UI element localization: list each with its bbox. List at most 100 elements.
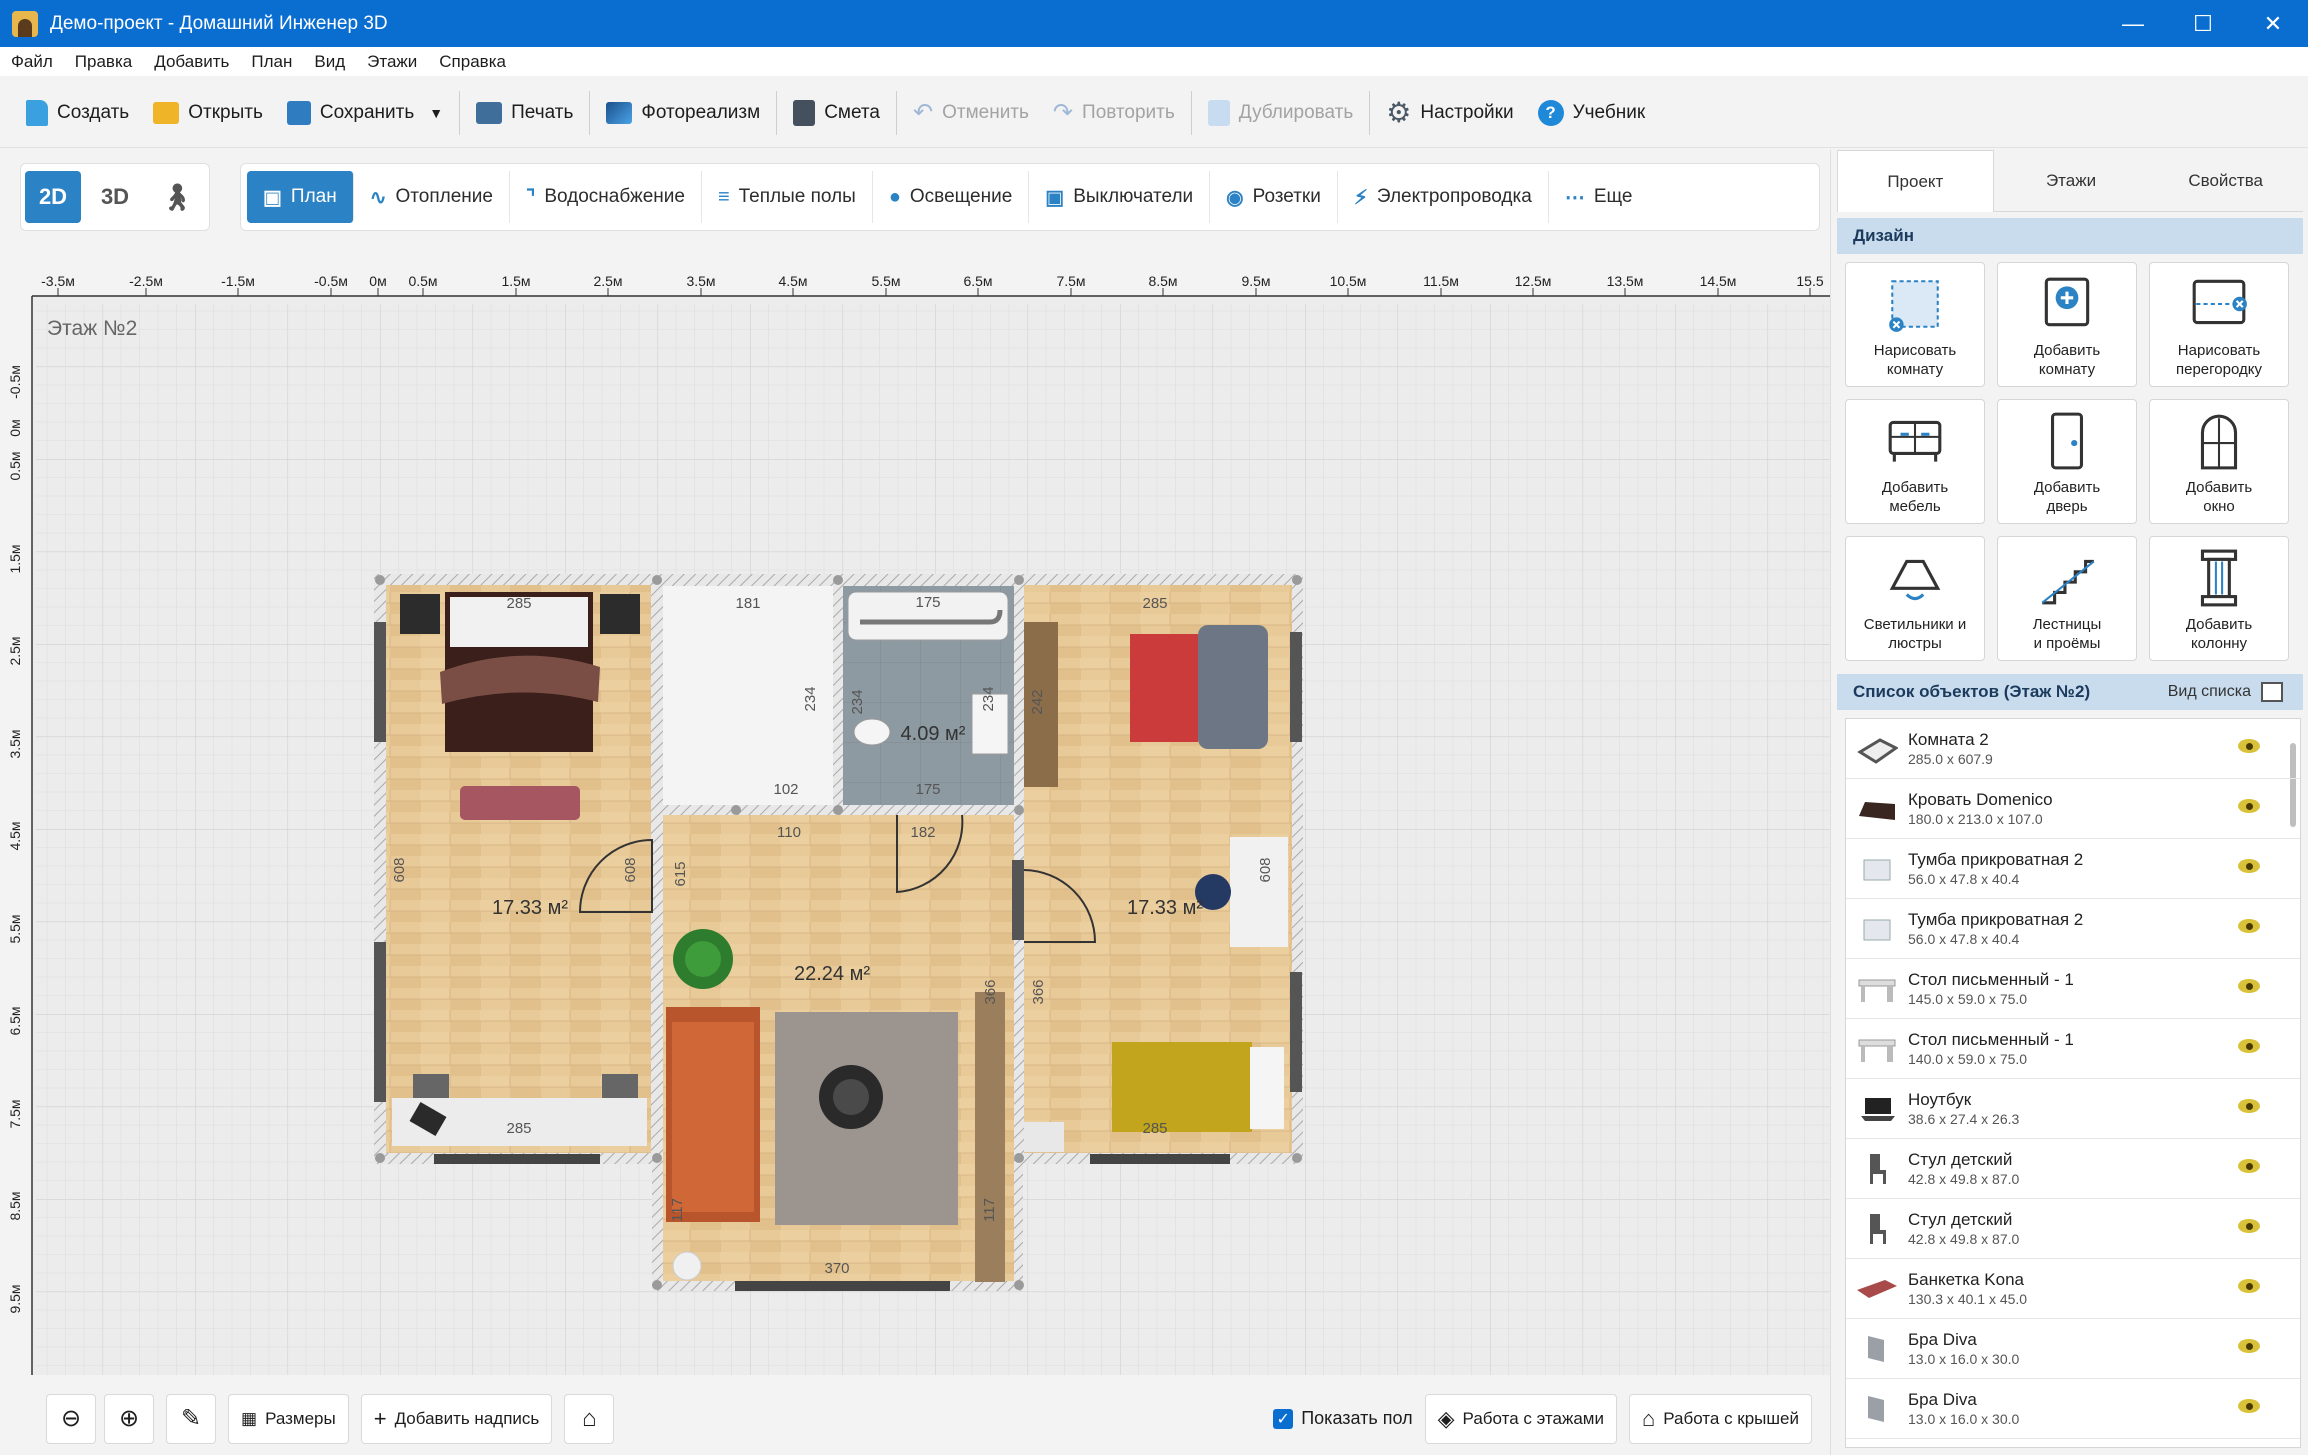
visibility-eye-icon[interactable] xyxy=(2238,1339,2260,1353)
shelf[interactable] xyxy=(975,992,1005,1282)
add-window-button[interactable]: Добавить окно xyxy=(2149,399,2289,524)
visibility-eye-icon[interactable] xyxy=(2238,859,2260,873)
home-button[interactable]: ⌂ xyxy=(564,1393,615,1444)
list-item[interactable]: Бра Diva 13.0 x 16.0 x 30.0 xyxy=(1846,1319,2300,1379)
tab-sockets[interactable]: ◉ Розетки xyxy=(1210,171,1338,223)
nightstand-left[interactable] xyxy=(400,594,440,634)
child-chair-2[interactable] xyxy=(602,1074,638,1098)
desk-right[interactable] xyxy=(1230,837,1288,947)
visibility-eye-icon[interactable] xyxy=(2238,1219,2260,1233)
visibility-eye-icon[interactable] xyxy=(2238,1099,2260,1113)
add-room-button[interactable]: Добавить комнату xyxy=(1997,262,2137,387)
tab-floor-heating[interactable]: ≡ Теплые полы xyxy=(702,171,873,223)
settings-button[interactable]: ⚙ Настройки xyxy=(1374,89,1525,137)
lamps-label-1: Светильники и xyxy=(1863,616,1967,633)
tab-switches[interactable]: ▣ Выключатели xyxy=(1029,171,1211,223)
child-chair-1[interactable] xyxy=(413,1074,449,1098)
visibility-eye-icon[interactable] xyxy=(2238,1399,2260,1413)
add-column-button[interactable]: Добавить колонну xyxy=(2149,536,2289,661)
menu-add[interactable]: Добавить xyxy=(143,52,240,72)
save-dropdown-icon[interactable]: ▼ xyxy=(429,105,443,121)
menu-plan[interactable]: План xyxy=(240,52,303,72)
bed-right[interactable] xyxy=(1112,1042,1252,1132)
list-view-toggle[interactable]: Вид списка xyxy=(2168,682,2283,702)
tab-project[interactable]: Проект xyxy=(1837,150,1994,212)
add-furniture-button[interactable]: Добавить мебель xyxy=(1845,399,1985,524)
list-item[interactable]: Тумба прикроватная 2 56.0 x 47.8 x 40.4 xyxy=(1846,839,2300,899)
visibility-eye-icon[interactable] xyxy=(2238,979,2260,993)
ruler-button[interactable]: ✎ xyxy=(166,1393,216,1444)
print-button[interactable]: Печать xyxy=(464,89,585,137)
visibility-eye-icon[interactable] xyxy=(2238,1039,2260,1053)
view-2d-button[interactable]: 2D xyxy=(25,171,81,223)
zoom-in-button[interactable]: ⊕ xyxy=(104,1393,154,1444)
tab-plan[interactable]: ▣ План xyxy=(247,171,354,223)
menu-file[interactable]: Файл xyxy=(0,52,64,72)
list-item[interactable]: Банкетка Kona 130.3 x 40.1 x 45.0 xyxy=(1846,1259,2300,1319)
sconce-thumb-icon xyxy=(1854,1329,1900,1369)
maximize-button[interactable]: ☐ xyxy=(2168,0,2238,47)
tab-more[interactable]: ⋯ Еще xyxy=(1549,171,1649,223)
minimize-button[interactable]: — xyxy=(2098,0,2168,47)
menu-view[interactable]: Вид xyxy=(303,52,356,72)
list-item[interactable]: Стул детский 42.8 x 49.8 x 87.0 xyxy=(1846,1199,2300,1259)
toilet[interactable] xyxy=(853,718,891,746)
roof-work-button[interactable]: ⌂ Работа с крышей xyxy=(1628,1393,1812,1444)
duplicate-button[interactable]: Дублировать xyxy=(1196,89,1366,137)
tab-water-label: Водоснабжение xyxy=(544,186,685,207)
plan-canvas[interactable]: -3.5м -2.5м -1.5м -0.5м 0м 0.5м 1.5м 2.5м 3.5м 4.… xyxy=(0,262,1830,1375)
rug-right[interactable] xyxy=(1130,634,1198,742)
list-item[interactable]: Тумба прикроватная 2 56.0 x 47.8 x 40.4 xyxy=(1846,899,2300,959)
tab-water[interactable]: ⌝ Водоснабжение xyxy=(510,171,702,223)
add-door-button[interactable]: Добавить дверь xyxy=(1997,399,2137,524)
nightstand-right[interactable] xyxy=(600,594,640,634)
list-item[interactable]: Стол письменный - 1 145.0 x 59.0 x 75.0 xyxy=(1846,959,2300,1019)
tab-heating[interactable]: ∿ Отопление xyxy=(354,171,510,223)
visibility-eye-icon[interactable] xyxy=(2238,1159,2260,1173)
tab-floors[interactable]: Этажи xyxy=(1993,150,2149,212)
list-item[interactable]: Ноутбук 38.6 x 27.4 x 26.3 xyxy=(1846,1079,2300,1139)
walk-mode-button[interactable]: 🚶︎ xyxy=(149,171,205,223)
undo-button[interactable]: ↶ Отменить xyxy=(901,89,1041,137)
photorealism-button[interactable]: Фотореализм xyxy=(594,89,772,137)
lamps-button[interactable]: Светильники и люстры xyxy=(1845,536,1985,661)
menu-edit[interactable]: Правка xyxy=(64,52,143,72)
list-item[interactable]: Кровать Domenico 180.0 x 213.0 x 107.0 xyxy=(1846,779,2300,839)
close-button[interactable]: ✕ xyxy=(2238,0,2308,47)
list-item[interactable]: Комната 2 285.0 x 607.9 xyxy=(1846,719,2300,779)
list-item[interactable]: Бра Diva 13.0 x 16.0 x 30.0 xyxy=(1846,1379,2300,1439)
list-item[interactable]: Стул детский 42.8 x 49.8 x 87.0 xyxy=(1846,1139,2300,1199)
view-3d-button[interactable]: 3D xyxy=(87,171,143,223)
tab-properties[interactable]: Свойства xyxy=(2148,150,2304,212)
menu-bar: Файл Правка Добавить План Вид Этажи Спра… xyxy=(0,47,2308,76)
create-button[interactable]: Создать xyxy=(14,89,141,137)
open-button[interactable]: Открыть xyxy=(141,89,275,137)
area-label-bath: 4.09 м² xyxy=(901,723,966,745)
menu-floors[interactable]: Этажи xyxy=(356,52,428,72)
tab-wiring[interactable]: ⚡︎ Электропроводка xyxy=(1338,171,1549,223)
stairs-button[interactable]: Лестницы и проёмы xyxy=(1997,536,2137,661)
add-label-button[interactable]: + Добавить надпись xyxy=(360,1393,553,1444)
tab-lighting[interactable]: ● Освещение xyxy=(873,171,1030,223)
draw-room-button[interactable]: Нарисовать комнату xyxy=(1845,262,1985,387)
save-button[interactable]: Сохранить ▼ xyxy=(275,89,455,137)
bench-kona[interactable] xyxy=(460,786,580,820)
redo-button[interactable]: ↷ Повторить xyxy=(1041,89,1187,137)
estimate-button[interactable]: Смета xyxy=(781,89,892,137)
dimensions-button[interactable]: ▦ Размеры xyxy=(228,1393,349,1444)
visibility-eye-icon[interactable] xyxy=(2238,1279,2260,1293)
show-floor-checkbox[interactable]: ✓ Показать пол xyxy=(1273,1408,1413,1429)
ruler-y-label: 3.5м xyxy=(7,729,23,758)
draw-partition-button[interactable]: Нарисовать перегородку xyxy=(2149,262,2289,387)
stairs-label-2: и проёмы xyxy=(2033,635,2101,652)
visibility-eye-icon[interactable] xyxy=(2238,919,2260,933)
visibility-eye-icon[interactable] xyxy=(2238,739,2260,753)
menu-help[interactable]: Справка xyxy=(428,52,517,72)
zoom-out-button[interactable]: ⊖ xyxy=(46,1393,96,1444)
floor-plan-drawing[interactable]: -3.5м -2.5м -1.5м -0.5м 0м 0.5м 1.5м 2.5м 3.5м 4.… xyxy=(0,262,1830,1375)
floors-work-button[interactable]: ◈ Работа с этажами xyxy=(1424,1393,1617,1444)
list-item[interactable]: Стол письменный - 1 140.0 x 59.0 x 75.0 xyxy=(1846,1019,2300,1079)
armchair[interactable] xyxy=(1198,625,1268,749)
tutorial-button[interactable]: ? Учебник xyxy=(1526,89,1658,137)
visibility-eye-icon[interactable] xyxy=(2238,799,2260,813)
